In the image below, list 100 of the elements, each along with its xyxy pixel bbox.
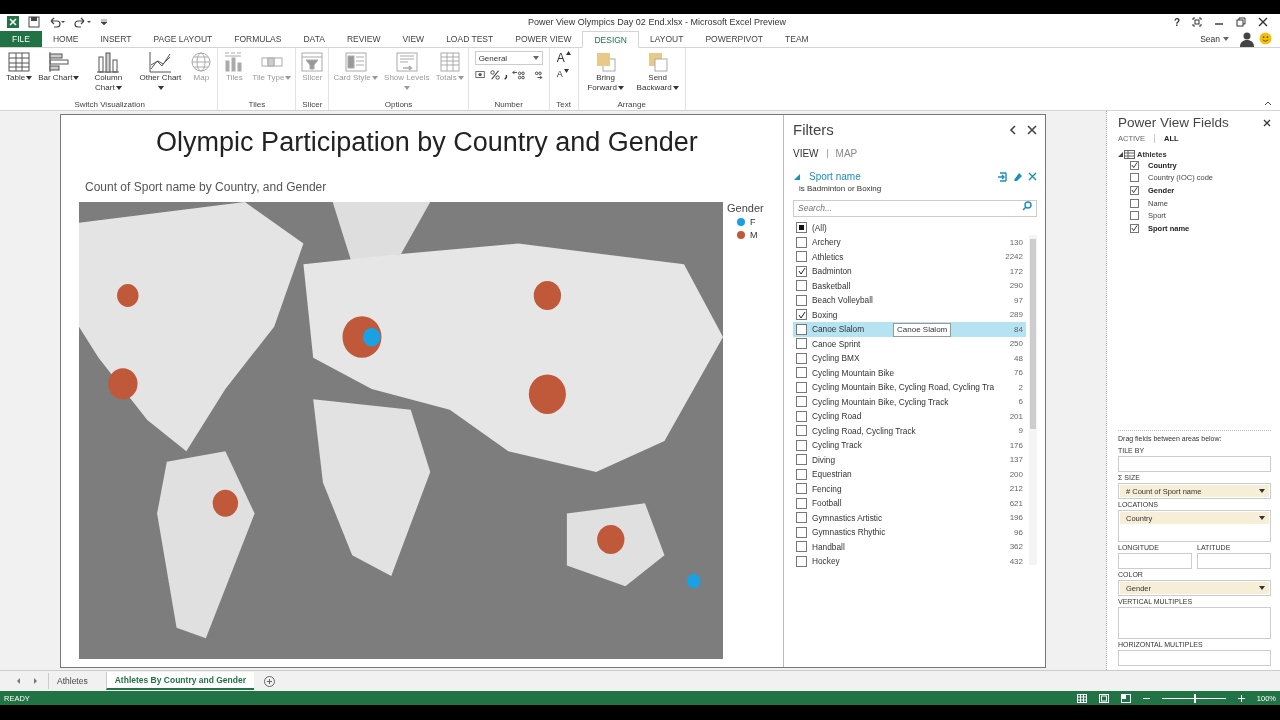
filter-option-label[interactable]: Equestrian: [812, 469, 852, 480]
search-icon[interactable]: [1022, 201, 1032, 211]
filter-option-label[interactable]: Cycling Mountain Bike: [812, 367, 895, 378]
checkbox[interactable]: [796, 541, 807, 553]
collapse-ribbon-icon[interactable]: [1264, 100, 1272, 106]
checkbox[interactable]: [796, 512, 807, 524]
eraser-icon[interactable]: [1013, 171, 1023, 182]
filter-row[interactable]: Handball 362: [793, 539, 1026, 554]
ribbon-button[interactable]: Bring Forward: [580, 51, 631, 100]
checkbox[interactable]: [1130, 223, 1139, 233]
percent-icon[interactable]: [489, 69, 500, 81]
filter-row[interactable]: Fencing 212: [793, 481, 1026, 496]
ribbon-tab[interactable]: FILE: [0, 31, 42, 47]
page-break-icon[interactable]: [1120, 693, 1131, 703]
filter-option-label[interactable]: Beach Volleyball: [812, 295, 873, 306]
increase-decimal-icon[interactable]: [512, 69, 527, 81]
redo-icon[interactable]: [74, 16, 92, 28]
scroll-right-icon[interactable]: [32, 678, 38, 684]
customize-caret-icon[interactable]: [100, 18, 108, 26]
filter-option-label[interactable]: Gymnastics Rhythic: [812, 527, 886, 538]
filter-option-label[interactable]: Athletics: [812, 251, 844, 262]
delete-filter-icon[interactable]: [1028, 172, 1037, 181]
filter-row[interactable]: Cycling Mountain Bike, Cycling Road, Cycling Tra 2: [793, 380, 1026, 395]
add-sheet-icon[interactable]: [264, 675, 276, 687]
filter-mode-icon[interactable]: [997, 171, 1008, 182]
checkbox[interactable]: [796, 265, 807, 277]
filter-option-label[interactable]: Cycling Mountain Bike, Cycling Road, Cycling Tra: [812, 382, 995, 393]
full-screen-icon[interactable]: [1192, 17, 1202, 27]
ribbon-tab[interactable]: DESIGN: [582, 31, 639, 48]
ribbon-tab[interactable]: POWER VIEW: [504, 31, 583, 47]
filter-option-label[interactable]: Cycling Road: [812, 411, 862, 422]
ribbon-tab[interactable]: REVIEW: [335, 31, 392, 47]
save-icon[interactable]: [28, 16, 40, 28]
filter-option-label[interactable]: Cycling Road, Cycling Track: [812, 425, 916, 436]
filter-field-name[interactable]: Sport name: [809, 171, 861, 182]
filter-option-label[interactable]: Cycling BMX: [812, 353, 860, 364]
filter-row[interactable]: Canoe Sprint 250: [793, 336, 1026, 351]
checkbox[interactable]: [796, 410, 807, 422]
filter-option-label[interactable]: Badminton: [812, 266, 852, 277]
filter-row[interactable]: Badminton 172: [793, 264, 1026, 279]
checkbox[interactable]: [1130, 186, 1139, 195]
checkbox[interactable]: [796, 338, 807, 350]
filter-row[interactable]: Diving 137: [793, 452, 1026, 467]
ribbon-tab[interactable]: LAYOUT: [639, 31, 695, 47]
filter-option-label[interactable]: Hockey: [812, 556, 840, 567]
ribbon-button[interactable]: Table: [4, 51, 35, 100]
filter-option-label[interactable]: Basketball: [812, 280, 851, 291]
filter-row[interactable]: Basketball 290: [793, 278, 1026, 293]
ribbon-tab[interactable]: HOME: [41, 31, 90, 47]
filter-option-label[interactable]: Cycling Mountain Bike, Cycling Track: [812, 396, 949, 407]
zoom-in-icon[interactable]: [1237, 694, 1245, 702]
search-field[interactable]: Search...: [793, 199, 1037, 217]
scrollbar[interactable]: [1029, 234, 1037, 565]
filter-row[interactable]: Cycling Mountain Bike 76: [793, 365, 1026, 380]
sheet-tab[interactable]: Athletes By Country and Gender: [105, 672, 255, 690]
filter-tab[interactable]: MAP: [835, 148, 858, 159]
ribbon-tab[interactable]: INSERT: [89, 31, 143, 47]
filter-option-label[interactable]: Canoe Sprint: [812, 338, 861, 349]
ribbon-button[interactable]: Bar Chart: [36, 51, 82, 100]
filter-row[interactable]: Cycling Track 176: [793, 438, 1026, 453]
filter-row[interactable]: Cycling Road, Cycling Track 9: [793, 423, 1026, 438]
ribbon-button[interactable]: Column Chart: [83, 51, 134, 100]
filter-row[interactable]: Football 621: [793, 496, 1026, 511]
checkbox[interactable]: [796, 251, 807, 263]
checkbox[interactable]: [1130, 160, 1139, 170]
user-menu[interactable]: Sean: [1200, 33, 1229, 44]
filter-row[interactable]: Cycling Mountain Bike, Cycling Track 6: [793, 394, 1026, 409]
ribbon-button[interactable]: Other Chart: [135, 51, 186, 100]
ribbon-tab[interactable]: FORMULAS: [223, 31, 293, 47]
checkbox[interactable]: [796, 425, 807, 437]
filter-option-label[interactable]: Football: [812, 498, 842, 509]
filter-option-label[interactable]: Fencing: [812, 483, 842, 494]
checkbox[interactable]: [1130, 198, 1139, 208]
close-icon[interactable]: [1027, 124, 1037, 135]
ribbon-tab[interactable]: TEAM: [774, 31, 820, 47]
filter-option-label[interactable]: Gymnastics Artistic: [812, 512, 883, 523]
filter-row[interactable]: Gymnastics Rhythic 96: [793, 525, 1026, 540]
checkbox[interactable]: [1130, 211, 1139, 221]
filter-row[interactable]: Cycling BMX 48: [793, 351, 1026, 366]
filter-row[interactable]: Gymnastics Artistic 196: [793, 510, 1026, 525]
checkbox[interactable]: [796, 236, 807, 248]
checkbox[interactable]: [796, 468, 807, 480]
normal-view-icon[interactable]: [1076, 693, 1087, 703]
checkbox[interactable]: [796, 323, 807, 335]
checkbox[interactable]: [796, 294, 807, 306]
checkbox[interactable]: [796, 352, 807, 364]
ribbon-tab[interactable]: PAGE LAYOUT: [142, 31, 224, 47]
filter-option-label[interactable]: (All): [812, 222, 827, 233]
undo-icon[interactable]: [48, 16, 66, 28]
filter-option-label[interactable]: Boxing: [812, 309, 838, 320]
checkbox[interactable]: [796, 222, 807, 234]
ribbon-button[interactable]: Send Backward: [632, 51, 683, 100]
ribbon-tab[interactable]: DATA: [292, 31, 336, 47]
ribbon-tab[interactable]: VIEW: [391, 31, 436, 47]
close-icon[interactable]: [1258, 17, 1268, 27]
filter-row[interactable]: Equestrian 200: [793, 467, 1026, 482]
scroll-left-icon[interactable]: [16, 678, 22, 684]
number-format-dropdown[interactable]: General: [474, 51, 543, 65]
filter-tab[interactable]: VIEW: [793, 148, 819, 159]
page-layout-icon[interactable]: [1098, 693, 1109, 703]
